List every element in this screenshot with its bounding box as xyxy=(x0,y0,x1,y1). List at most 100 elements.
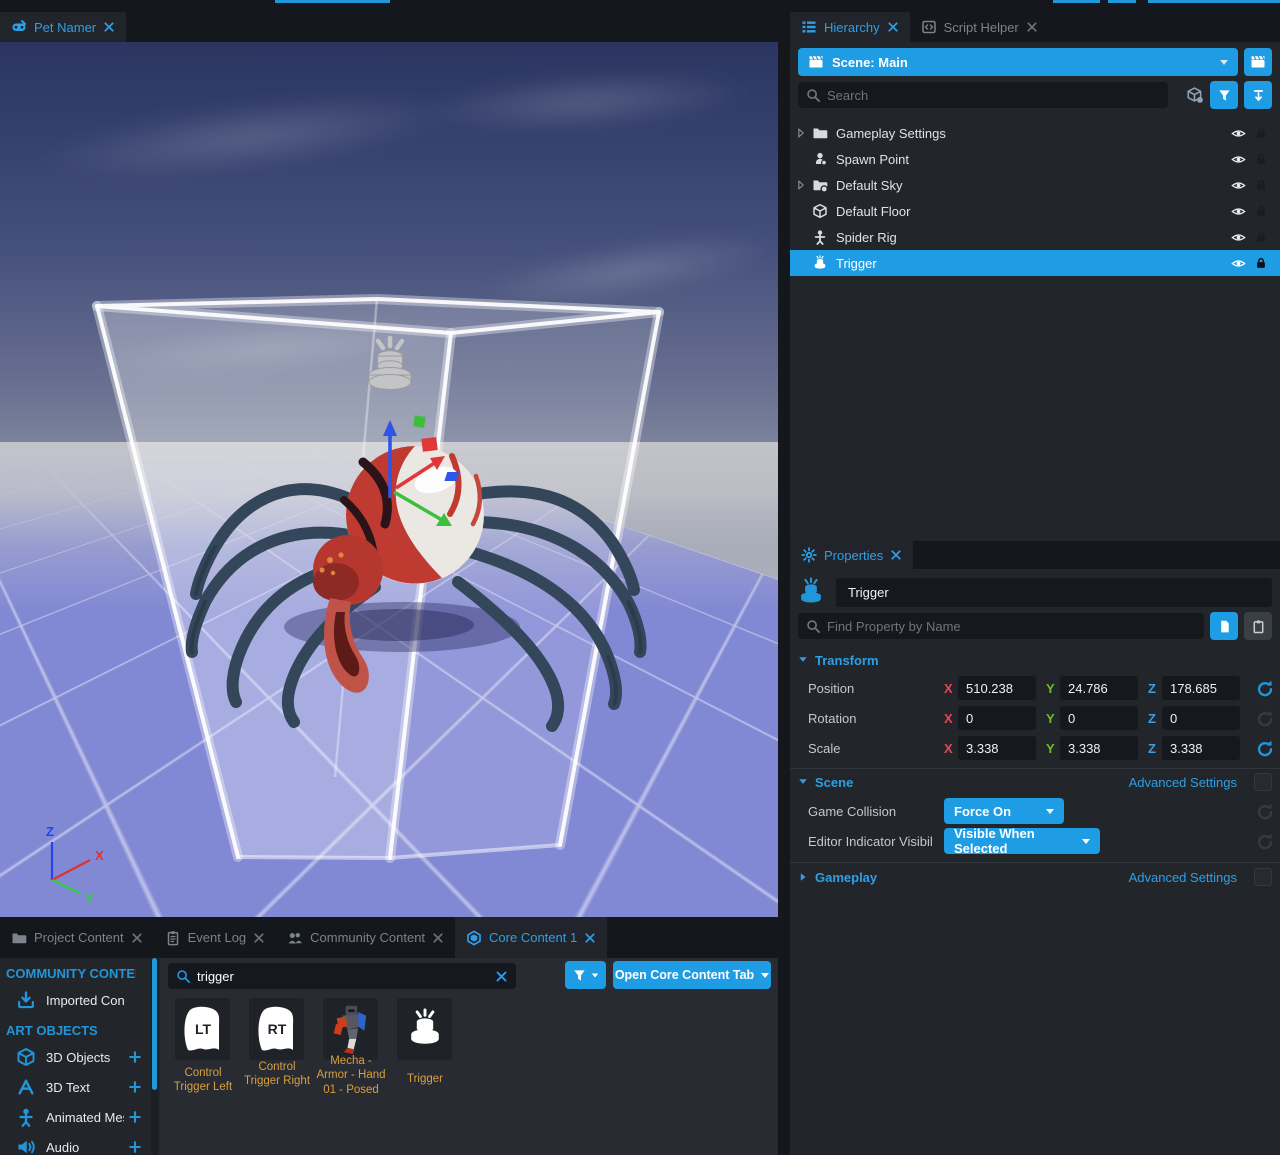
tab-script-helper[interactable]: Script Helper xyxy=(910,12,1049,42)
gear-icon xyxy=(801,547,817,563)
copy-properties-button[interactable] xyxy=(1210,612,1238,640)
scale-row: Scale X Y Z xyxy=(790,736,1280,760)
tab-core-content[interactable]: Core Content 1 xyxy=(455,917,607,958)
advanced-settings-label[interactable]: Advanced Settings xyxy=(1129,870,1237,885)
close-icon[interactable] xyxy=(253,932,265,944)
add-plus-icon[interactable] xyxy=(128,1140,142,1154)
rotation-x-input[interactable] xyxy=(958,706,1036,730)
content-search-input[interactable] xyxy=(197,969,489,984)
close-icon[interactable] xyxy=(890,549,902,561)
position-z-input[interactable] xyxy=(1162,676,1240,700)
tree-row-spider-rig[interactable]: Spider Rig xyxy=(790,224,1280,250)
visibility-eye-icon[interactable] xyxy=(1231,256,1246,271)
close-icon[interactable] xyxy=(1026,21,1038,33)
scene-selector-dropdown[interactable]: Scene: Main xyxy=(798,48,1238,76)
transform-section-header[interactable]: Transform xyxy=(798,651,1272,669)
game-collision-dropdown[interactable]: Force On xyxy=(944,798,1064,824)
tab-event-log[interactable]: Event Log xyxy=(154,917,277,958)
rotation-y-input[interactable] xyxy=(1060,706,1138,730)
object-types-icon[interactable] xyxy=(1186,86,1204,104)
scale-z-input[interactable] xyxy=(1162,736,1240,760)
sidebar-item-audio[interactable]: Audio xyxy=(0,1132,160,1155)
expander-icon[interactable] xyxy=(794,178,808,192)
reset-icon[interactable] xyxy=(1256,739,1274,757)
lock-icon[interactable] xyxy=(1254,256,1268,270)
funnel-icon xyxy=(572,968,587,983)
reset-icon[interactable] xyxy=(1256,679,1274,697)
tree-row-trigger[interactable]: Trigger xyxy=(790,250,1280,276)
tree-row-default-floor[interactable]: Default Floor xyxy=(790,198,1280,224)
sidebar-item-animated-meshes[interactable]: Animated Meshes xyxy=(0,1102,160,1132)
tab-hierarchy[interactable]: Hierarchy xyxy=(790,12,910,42)
advanced-settings-checkbox[interactable] xyxy=(1254,868,1272,886)
expander-icon[interactable] xyxy=(794,126,808,140)
position-y-input[interactable] xyxy=(1060,676,1138,700)
rt-trigger-thumbnail: RT xyxy=(255,1005,299,1053)
reset-icon[interactable] xyxy=(1256,832,1274,850)
close-icon[interactable] xyxy=(432,932,444,944)
asset-tile-control-trigger-left[interactable]: LT xyxy=(175,998,230,1060)
hierarchy-search-input[interactable] xyxy=(827,88,1160,103)
3d-viewport[interactable]: Z X Y xyxy=(0,42,778,917)
reset-icon[interactable] xyxy=(1256,802,1274,820)
open-core-content-tab-button[interactable]: Open Core Content Tab xyxy=(613,961,771,989)
advanced-settings-checkbox[interactable] xyxy=(1254,773,1272,791)
lock-icon[interactable] xyxy=(1254,230,1268,244)
close-icon[interactable] xyxy=(584,932,596,944)
add-plus-icon[interactable] xyxy=(128,1110,142,1124)
close-icon[interactable] xyxy=(887,21,899,33)
lock-icon[interactable] xyxy=(1254,178,1268,192)
editor-indicator-dropdown[interactable]: Visible When Selected xyxy=(944,828,1100,854)
lock-icon[interactable] xyxy=(1254,126,1268,140)
sidebar-item-3d-text[interactable]: 3D Text xyxy=(0,1072,160,1102)
add-plus-icon[interactable] xyxy=(128,1050,142,1064)
advanced-settings-label[interactable]: Advanced Settings xyxy=(1129,775,1237,790)
gameplay-section-header[interactable]: Gameplay Advanced Settings xyxy=(798,868,1272,886)
asset-tile-trigger[interactable] xyxy=(397,998,452,1060)
collapse-all-button[interactable] xyxy=(1244,81,1272,109)
lt-trigger-thumbnail: LT xyxy=(181,1005,225,1053)
visibility-eye-icon[interactable] xyxy=(1231,230,1246,245)
clear-search-icon[interactable] xyxy=(495,970,508,983)
visibility-eye-icon[interactable] xyxy=(1231,126,1246,141)
reset-icon[interactable] xyxy=(1256,709,1274,727)
lock-icon[interactable] xyxy=(1254,152,1268,166)
chevron-down-icon xyxy=(1082,839,1090,844)
scale-y-input[interactable] xyxy=(1060,736,1138,760)
find-property-input[interactable] xyxy=(827,619,1196,634)
lock-icon[interactable] xyxy=(1254,204,1268,218)
add-plus-icon[interactable] xyxy=(128,1080,142,1094)
filter-button[interactable] xyxy=(1210,81,1238,109)
scale-x-input[interactable] xyxy=(958,736,1036,760)
position-x-input[interactable] xyxy=(958,676,1036,700)
tab-project-content[interactable]: Project Content xyxy=(0,917,154,958)
scene-section-header[interactable]: Scene Advanced Settings xyxy=(798,773,1272,791)
hierarchy-search[interactable] xyxy=(798,82,1168,108)
content-filter-button[interactable] xyxy=(565,961,606,989)
tab-pet-namer[interactable]: Pet Namer xyxy=(0,12,126,42)
tree-row-default-sky[interactable]: Default Sky xyxy=(790,172,1280,198)
visibility-eye-icon[interactable] xyxy=(1231,178,1246,193)
tab-properties[interactable]: Properties xyxy=(790,541,913,569)
visibility-eye-icon[interactable] xyxy=(1231,152,1246,167)
asset-tile-mecha-armor-hand[interactable] xyxy=(323,998,378,1060)
rotation-z-input[interactable] xyxy=(1162,706,1240,730)
close-icon[interactable] xyxy=(103,21,115,33)
sidebar-header-community: COMMUNITY CONTENT xyxy=(6,966,136,981)
content-search[interactable] xyxy=(168,963,516,989)
sidebar-scrollbar-thumb[interactable] xyxy=(152,958,157,1090)
close-icon[interactable] xyxy=(131,932,143,944)
paste-properties-button[interactable] xyxy=(1244,612,1272,640)
find-property-search[interactable] xyxy=(798,613,1204,639)
asset-tile-control-trigger-right[interactable]: RT xyxy=(249,998,304,1060)
sidebar-item-3d-objects[interactable]: 3D Objects xyxy=(0,1042,160,1072)
content-tabbar: Project Content Event Log Community Cont… xyxy=(0,917,778,958)
sidebar-item-imported-content[interactable]: Imported Content xyxy=(0,985,160,1015)
object-name-field[interactable] xyxy=(836,578,1272,607)
tab-community-content[interactable]: Community Content xyxy=(276,917,455,958)
tree-row-gameplay-settings[interactable]: Gameplay Settings xyxy=(790,120,1280,146)
tree-row-spawn-point[interactable]: Spawn Point xyxy=(790,146,1280,172)
visibility-eye-icon[interactable] xyxy=(1231,204,1246,219)
toolbar-remnant xyxy=(1053,0,1100,3)
scene-manager-button[interactable] xyxy=(1244,48,1272,76)
